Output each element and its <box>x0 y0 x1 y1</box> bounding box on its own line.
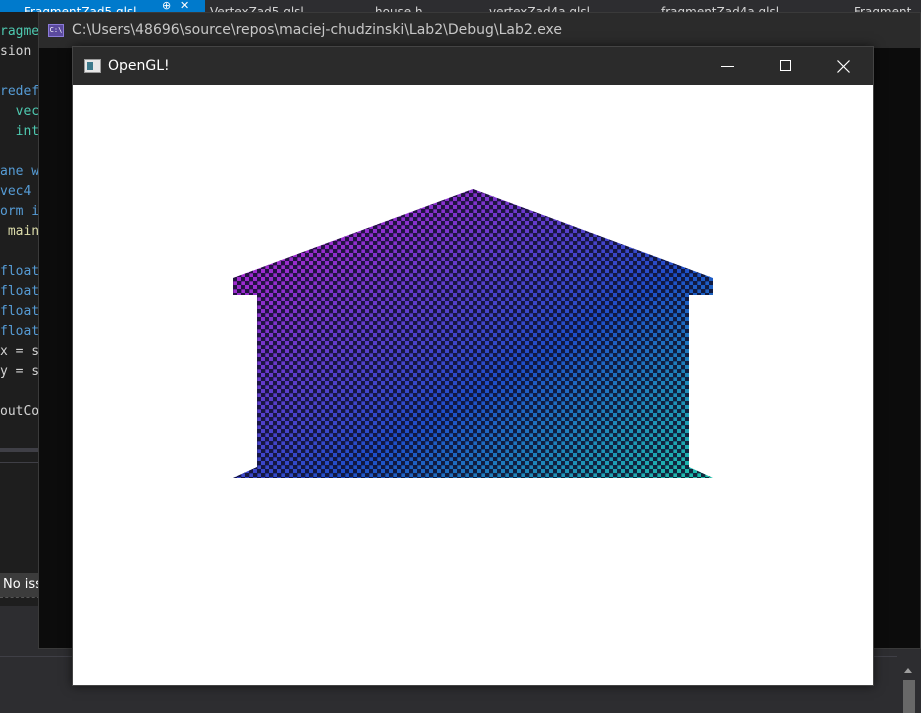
close-icon <box>837 60 850 73</box>
issues-status[interactable]: No issues found <box>0 573 40 597</box>
code-line: sion <box>0 44 32 59</box>
code-line: int <box>0 124 40 139</box>
code-line: outCo <box>0 404 40 419</box>
editor-lower-pane <box>0 463 40 573</box>
tab-house-h[interactable]: house.h <box>375 0 475 12</box>
opengl-canvas[interactable] <box>73 85 873 685</box>
code-line: main <box>0 224 40 239</box>
desktop: FragmentZad5.glsl ⊕ ✕ VertexZad5.glsl ho… <box>0 0 921 713</box>
code-line: x = s <box>0 344 40 359</box>
tab-label: Fragment <box>854 5 912 12</box>
tab-vertexzad5[interactable]: VertexZad5.glsl <box>210 0 360 12</box>
console-titlebar[interactable]: C:\ C:\Users\48696\source\repos\maciej-c… <box>39 13 920 48</box>
code-line: orm i <box>0 204 40 219</box>
console-app-icon: C:\ <box>48 24 64 37</box>
editor-tab-strip: FragmentZad5.glsl ⊕ ✕ VertexZad5.glsl ho… <box>0 0 921 12</box>
code-line: float <box>0 304 40 319</box>
minimize-button[interactable] <box>699 47 757 85</box>
code-line: ane w <box>0 164 40 179</box>
code-editor[interactable]: ragme sion redef vec int ane w vec4 orm i mai… <box>0 12 40 448</box>
scrollbar-thumb[interactable] <box>903 680 915 713</box>
maximize-button[interactable] <box>757 47 815 85</box>
code-line: redef <box>0 84 40 99</box>
tab-fragment[interactable]: Fragment <box>854 0 921 12</box>
close-tab-icon[interactable]: ✕ <box>180 0 189 12</box>
close-button[interactable] <box>815 47 873 85</box>
code-line: ragme <box>0 24 40 39</box>
code-line: float <box>0 284 40 299</box>
maximize-icon <box>780 60 791 71</box>
code-line: y = s <box>0 364 40 379</box>
tab-label: house.h <box>375 5 423 12</box>
editor-splitter[interactable] <box>0 448 40 452</box>
status-divider <box>0 597 40 602</box>
scroll-up-icon[interactable] <box>904 668 912 673</box>
rendered-scene <box>233 189 713 478</box>
window-title: OpenGL! <box>108 58 170 74</box>
tab-label: fragmentZad4a.glsl <box>661 5 780 12</box>
console-title: C:\Users\48696\source\repos\maciej-chudz… <box>72 22 563 38</box>
code-line: vec <box>0 104 40 119</box>
tab-label: VertexZad5.glsl <box>210 5 304 12</box>
tab-fragmentzad4a[interactable]: fragmentZad4a.glsl <box>661 0 841 12</box>
tab-vertexzad4a[interactable]: vertexZad4a.glsl <box>489 0 649 12</box>
code-line: float <box>0 264 40 279</box>
minimize-icon <box>721 66 734 67</box>
pin-icon[interactable]: ⊕ <box>162 0 171 12</box>
console-scrollbar[interactable] <box>872 48 920 648</box>
tab-label: FragmentZad5.glsl <box>24 5 137 12</box>
opengl-window: OpenGL! <box>72 46 874 686</box>
code-line: float <box>0 324 40 339</box>
opengl-app-icon <box>84 59 101 73</box>
tab-label: vertexZad4a.glsl <box>489 5 590 12</box>
house-shape <box>233 189 713 478</box>
tab-fragmentzad5[interactable]: FragmentZad5.glsl ⊕ ✕ <box>0 0 205 12</box>
opengl-titlebar[interactable]: OpenGL! <box>73 47 873 85</box>
code-line: vec4 <box>0 184 32 199</box>
